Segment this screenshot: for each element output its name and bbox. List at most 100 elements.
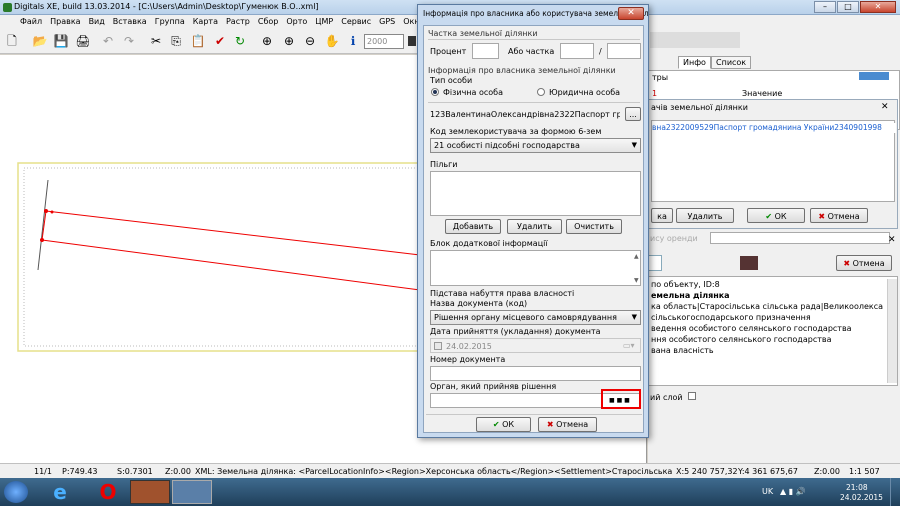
pan-icon[interactable]: ✋ <box>324 33 340 49</box>
dialog-close-icon[interactable]: ✕ <box>618 7 644 20</box>
code-select[interactable]: 21 особисті підсобні господарства ▼ <box>430 138 641 153</box>
scroll-down-icon[interactable]: ▼ <box>634 277 639 284</box>
parcel-edge-bottom <box>41 239 421 291</box>
layer-checkbox[interactable] <box>688 392 696 400</box>
delete-benefit-button[interactable]: Удалить <box>507 219 562 234</box>
cancel-button-2[interactable]: ✖ Отмена <box>836 255 892 271</box>
status-x: X:5 240 757,32 <box>676 467 738 476</box>
menu-edit[interactable]: Правка <box>46 15 84 29</box>
expand-button[interactable] <box>648 255 662 271</box>
zoom-in-icon[interactable]: ⊕ <box>281 33 297 49</box>
info-icon[interactable]: ℹ <box>345 33 361 49</box>
delete-button[interactable]: Удалить <box>676 208 734 223</box>
object-type: емельна ділянка <box>651 291 730 300</box>
share-numerator-input[interactable] <box>560 43 594 59</box>
ok-check-icon: ✔ <box>765 212 773 221</box>
menu-file[interactable]: Файл <box>16 15 46 29</box>
undo-icon[interactable]: ↶ <box>100 33 116 49</box>
cut-icon[interactable]: ✂ <box>148 33 164 49</box>
check-icon[interactable]: ✔ <box>212 33 228 49</box>
lease-label: ису оренди <box>650 234 698 243</box>
copy-icon[interactable]: ⎘ <box>168 33 184 49</box>
doc-name-label: Назва документа (код) <box>430 299 528 308</box>
show-desktop-button[interactable] <box>890 478 900 506</box>
ok-label: ОК <box>774 212 787 221</box>
individual-radio[interactable] <box>431 88 439 98</box>
legal-radio[interactable] <box>537 88 545 98</box>
menu-gps[interactable]: GPS <box>375 15 399 29</box>
menu-ortho[interactable]: Орто <box>282 15 311 29</box>
holders-close-icon[interactable]: ✕ <box>881 102 889 112</box>
refresh-icon[interactable]: ↻ <box>232 33 248 49</box>
cancel-label-2: Отмена <box>852 259 885 268</box>
vertex-point[interactable] <box>40 238 44 242</box>
menu-group[interactable]: Группа <box>151 15 189 29</box>
menu-collect[interactable]: Сбор <box>254 15 283 29</box>
tab-list[interactable]: Список <box>711 56 752 69</box>
internet-explorer-icon[interactable]: e <box>40 480 80 504</box>
cancel-x-icon: ✖ <box>546 420 554 429</box>
date-field[interactable]: 24.02.2015 ▭▾ <box>430 338 641 353</box>
layers-icon[interactable] <box>408 36 416 46</box>
vertex-point[interactable] <box>44 209 48 213</box>
scrollbar[interactable] <box>887 279 897 383</box>
paste-icon[interactable]: 📋 <box>190 33 206 49</box>
scroll-up-icon[interactable]: ▲ <box>634 253 639 260</box>
resize-grip-icon[interactable]: ■ ■ ■ <box>609 397 630 404</box>
menu-view[interactable]: Вид <box>85 15 109 29</box>
tab-info[interactable]: Инфо <box>678 56 711 69</box>
holders-list-item[interactable]: вна2322009529Паспорт громадянина України… <box>652 123 896 133</box>
date-checkbox[interactable] <box>434 342 442 350</box>
benefits-list[interactable] <box>430 171 641 216</box>
zoom-out-icon[interactable]: ⊖ <box>302 33 318 49</box>
menu-dem[interactable]: ЦМР <box>311 15 337 29</box>
zoom-window-icon[interactable]: ⊕ <box>259 33 275 49</box>
maximize-button[interactable]: □ <box>837 1 859 13</box>
add-button[interactable]: ка <box>651 208 673 223</box>
panel-close-icon[interactable]: ✕ <box>888 235 896 245</box>
object-line: ка область|Старосільська сільська рада|В… <box>651 302 884 311</box>
vertex-point[interactable] <box>50 210 54 214</box>
print-icon[interactable]: 🖨 <box>75 33 91 49</box>
table-tools-icon[interactable] <box>859 72 889 80</box>
calendar-icon[interactable]: ▭▾ <box>623 341 635 350</box>
lease-field[interactable] <box>710 232 890 244</box>
menu-raster[interactable]: Растр <box>222 15 254 29</box>
open-folder-icon[interactable]: 📂 <box>32 33 48 49</box>
layer-label: ий слой <box>650 393 683 402</box>
panel-toolbar-icons <box>650 32 740 48</box>
start-button[interactable] <box>4 481 28 503</box>
app-icon[interactable] <box>130 480 170 504</box>
minimize-button[interactable]: – <box>814 1 836 13</box>
doc-number-input[interactable] <box>430 366 641 381</box>
computer-icon[interactable] <box>172 480 212 504</box>
browse-button[interactable]: ... <box>625 107 641 121</box>
dialog-ok-button[interactable]: ✔ ОК <box>476 417 531 432</box>
redo-icon[interactable]: ↷ <box>121 33 137 49</box>
extra-info-textarea[interactable]: ▲ ▼ <box>430 250 641 286</box>
menu-insert[interactable]: Вставка <box>109 15 151 29</box>
tray-icons[interactable]: ▲ ▮ 🔊 <box>780 487 806 496</box>
opera-icon[interactable]: O <box>88 480 128 504</box>
cancel-button[interactable]: ✖ Отмена <box>810 208 868 223</box>
save-icon[interactable]: 💾 <box>53 33 69 49</box>
eye-icon[interactable] <box>740 256 758 270</box>
language-indicator[interactable]: UK <box>762 487 773 496</box>
ok-button[interactable]: ✔ ОК <box>747 208 805 223</box>
close-icon[interactable]: ✕ <box>860 1 896 13</box>
doc-name-select[interactable]: Рішення органу місцевого самоврядування ▼ <box>430 310 641 325</box>
menu-map[interactable]: Карта <box>189 15 222 29</box>
menu-service[interactable]: Сервис <box>337 15 375 29</box>
basis-label: Підстава набуття права власності <box>430 289 575 298</box>
clear-benefit-button[interactable]: Очистить <box>566 219 622 234</box>
radio-on-icon <box>431 88 439 96</box>
zoom-input[interactable]: 2000 <box>364 34 404 49</box>
add-benefit-button[interactable]: Добавить <box>445 219 501 234</box>
dialog-cancel-button[interactable]: ✖ Отмена <box>538 417 597 432</box>
percent-input[interactable] <box>472 43 499 59</box>
share-label: Або частка <box>508 47 555 56</box>
row-number: 1 <box>652 89 658 98</box>
new-file-icon[interactable]: 🗋 <box>4 33 20 49</box>
holders-list[interactable]: вна2322009529Паспорт громадянина України… <box>651 120 896 202</box>
share-denominator-input[interactable] <box>607 43 641 59</box>
